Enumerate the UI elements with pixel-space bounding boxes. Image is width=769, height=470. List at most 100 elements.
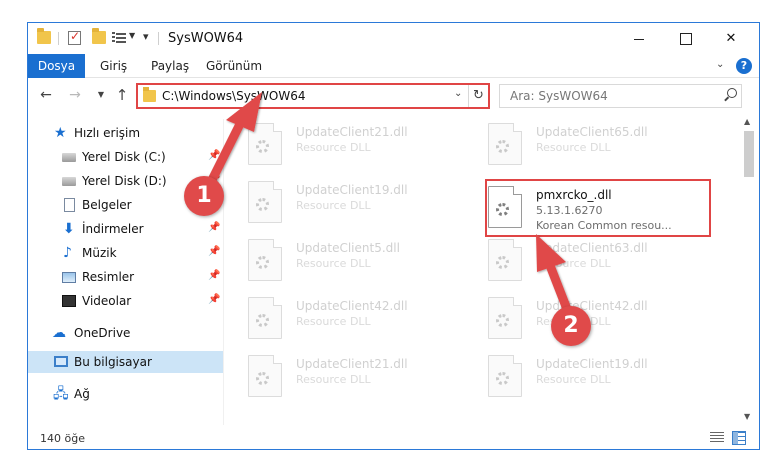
tiles-view-icon[interactable]: [732, 431, 746, 445]
sidebar-item-label: Yerel Disk (D:): [82, 174, 167, 188]
file-name: UpdateClient21.dll: [296, 125, 408, 139]
search-box[interactable]: Ara: SysWOW64: [499, 84, 742, 108]
scrollbar-thumb[interactable]: [744, 131, 754, 177]
address-bar[interactable]: C:\Windows\SysWOW64 ⌄ ↻: [136, 83, 490, 109]
status-bar: 140 öğe: [28, 427, 759, 449]
pin-icon[interactable]: 📌: [208, 150, 220, 161]
dll-file-icon: [488, 239, 522, 281]
dll-file-icon: [248, 123, 282, 165]
expand-ribbon-icon[interactable]: ⌄: [716, 59, 724, 70]
file-name: UpdateClient42.dll: [536, 299, 648, 313]
file-name: UpdateClient65.dll: [536, 125, 648, 139]
sidebar-item-label: Ağ: [74, 387, 90, 401]
file-tile[interactable]: UpdateClient63.dll Resource DLL: [464, 235, 694, 287]
recent-locations-icon[interactable]: ▼: [91, 85, 111, 105]
highlight-box: [485, 179, 711, 237]
file-name: UpdateClient5.dll: [296, 241, 400, 255]
sidebar-item-this-pc[interactable]: Bu bilgisayar: [28, 351, 223, 373]
search-icon[interactable]: [723, 88, 737, 102]
dll-file-icon: [248, 297, 282, 339]
customize-toolbar-icon[interactable]: ▾: [143, 30, 149, 46]
sidebar-item-pictures[interactable]: Resimler 📌: [28, 266, 223, 288]
file-tile[interactable]: UpdateClient5.dll Resource DLL: [224, 235, 454, 287]
sidebar-item-label: İndirmeler: [82, 222, 144, 236]
forward-arrow-icon[interactable]: →: [65, 85, 85, 105]
pin-icon[interactable]: 📌: [208, 246, 220, 257]
dll-file-icon: [248, 239, 282, 281]
folder-icon[interactable]: [37, 28, 51, 44]
title-bar: ▼ ▾ SysWOW64: [28, 23, 759, 54]
sidebar-item-onedrive[interactable]: ☁ OneDrive: [28, 322, 223, 344]
file-name: UpdateClient19.dll: [536, 357, 648, 371]
new-folder-icon[interactable]: [92, 28, 106, 44]
tab-home[interactable]: Giriş: [100, 54, 127, 78]
refresh-icon[interactable]: ↻: [468, 85, 488, 107]
sidebar-item-label: OneDrive: [74, 326, 131, 340]
sidebar-item-music[interactable]: ♪ Müzik 📌: [28, 242, 223, 264]
sidebar-item-local-disk-c[interactable]: Yerel Disk (C:) 📌: [28, 146, 223, 168]
file-name: UpdateClient63.dll: [536, 241, 648, 255]
file-description: Resource DLL: [536, 257, 611, 270]
file-name: UpdateClient21.dll: [296, 357, 408, 371]
view-icon[interactable]: [112, 31, 126, 43]
dll-file-icon: [248, 355, 282, 397]
scroll-down-icon[interactable]: ▼: [744, 412, 750, 421]
sidebar-item-label: Müzik: [82, 246, 117, 260]
network-icon: 🖧: [53, 386, 69, 402]
sidebar-item-label: Bu bilgisayar: [74, 355, 152, 369]
file-description: Resource DLL: [296, 199, 371, 212]
vertical-scrollbar[interactable]: ▲ ▼: [740, 113, 758, 425]
file-description: Resource DLL: [296, 141, 371, 154]
chevron-down-icon[interactable]: ▼: [129, 31, 135, 47]
sidebar-item-label: Videolar: [82, 294, 132, 308]
step-badge-2: 2: [551, 306, 591, 346]
sidebar-item-label: Resimler: [82, 270, 135, 284]
address-path[interactable]: C:\Windows\SysWOW64: [162, 89, 306, 103]
sidebar-item-quick-access[interactable]: ★ Hızlı erişim: [28, 122, 223, 144]
maximize-button[interactable]: [662, 23, 708, 54]
up-arrow-icon[interactable]: ↑: [112, 85, 132, 105]
close-button[interactable]: [708, 23, 754, 54]
explorer-window: ▼ ▾ SysWOW64 Dosya Giriş Paylaş Görünüm …: [27, 22, 760, 450]
music-icon: ♪: [63, 245, 72, 261]
file-tile[interactable]: UpdateClient19.dll Resource DLL: [464, 351, 694, 403]
scroll-up-icon[interactable]: ▲: [744, 117, 750, 126]
pin-icon[interactable]: 📌: [208, 270, 220, 281]
item-count: 140 öğe: [40, 432, 85, 445]
pin-icon[interactable]: 📌: [208, 222, 220, 233]
file-tile[interactable]: UpdateClient21.dll Resource DLL: [224, 119, 454, 171]
tab-file[interactable]: Dosya: [28, 54, 85, 78]
pin-icon[interactable]: 📌: [208, 294, 220, 305]
file-tile[interactable]: UpdateClient19.dll Resource DLL: [224, 177, 454, 229]
computer-icon: [54, 356, 68, 367]
search-input[interactable]: Ara: SysWOW64: [510, 89, 608, 103]
tab-share[interactable]: Paylaş: [151, 54, 189, 78]
sidebar-item-downloads[interactable]: ⬇ İndirmeler 📌: [28, 218, 223, 240]
dll-file-icon: [488, 355, 522, 397]
details-view-icon[interactable]: [710, 432, 724, 444]
pictures-icon: [62, 272, 76, 283]
file-name: UpdateClient19.dll: [296, 183, 408, 197]
sidebar-item-network[interactable]: 🖧 Ağ: [28, 383, 223, 405]
file-name: UpdateClient42.dll: [296, 299, 408, 313]
sidebar-item-videos[interactable]: Videolar 📌: [28, 290, 223, 312]
quick-access-separator: [58, 32, 59, 45]
dll-file-icon: [248, 181, 282, 223]
tab-view[interactable]: Görünüm: [206, 54, 262, 78]
file-tile[interactable]: UpdateClient42.dll Resource DLL: [224, 293, 454, 345]
star-icon: ★: [54, 125, 67, 141]
file-tile[interactable]: UpdateClient65.dll Resource DLL: [464, 119, 694, 171]
minimize-button[interactable]: [616, 23, 662, 54]
sidebar-item-label: Yerel Disk (C:): [82, 150, 166, 164]
file-description: Resource DLL: [296, 315, 371, 328]
file-description: Resource DLL: [296, 257, 371, 270]
properties-check-icon[interactable]: [68, 29, 81, 45]
file-tile[interactable]: UpdateClient21.dll Resource DLL: [224, 351, 454, 403]
videos-icon: [62, 295, 76, 307]
file-list: UpdateClient21.dll Resource DLL UpdateCl…: [224, 113, 740, 425]
back-arrow-icon[interactable]: ←: [36, 85, 56, 105]
help-icon[interactable]: ?: [736, 58, 752, 74]
drive-icon: [62, 177, 76, 186]
drive-icon: [62, 153, 76, 162]
chevron-down-icon[interactable]: ⌄: [454, 88, 462, 99]
